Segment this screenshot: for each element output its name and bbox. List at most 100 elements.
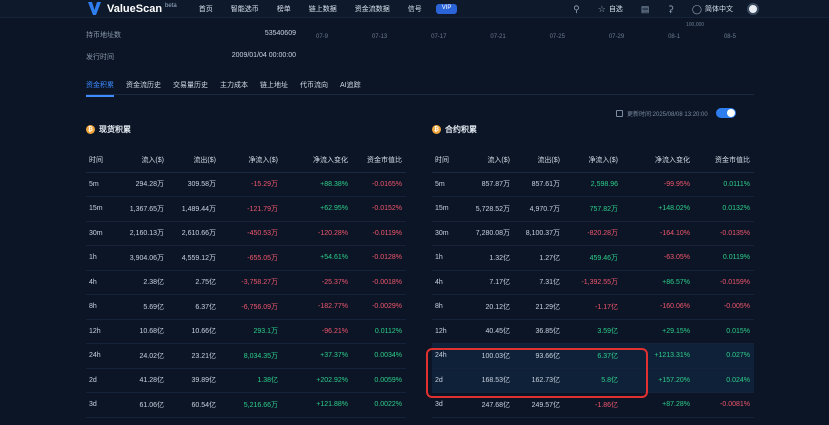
column-header: 净流入变化 <box>622 148 694 173</box>
date-tick: 07-21 <box>490 34 506 40</box>
nav-item-fund-flow[interactable]: 资金流数据 <box>355 4 390 14</box>
table-cell: -0.0159% <box>694 270 754 295</box>
table-cell: -160.06% <box>622 294 694 320</box>
vip-badge[interactable]: VIP <box>435 3 458 14</box>
table-row: 3d 61.06亿 60.54亿 5,216.66万 +121.88% 0.0022% <box>86 392 406 418</box>
table-cell: 30m <box>432 221 468 246</box>
valuescan-logo-icon <box>88 2 101 15</box>
axis-corner-value: 100,000 <box>686 22 705 28</box>
table-row: 1h 1.32亿 1.27亿 459.46万 -63.05% 0.0119% <box>432 245 754 271</box>
date-tick: 07-25 <box>549 34 565 40</box>
table-cell: 4h <box>432 270 468 295</box>
issue-time-label: 发行时间 <box>86 54 114 61</box>
table-cell: 0.0111% <box>694 172 754 197</box>
table-cell: 0.0022% <box>352 392 406 418</box>
date-tick: 07-9 <box>316 34 329 40</box>
beta-tag: beta <box>165 2 177 9</box>
language-selector[interactable]: 简体中文 <box>705 4 733 14</box>
holder-count-value: 53540609 <box>264 30 296 37</box>
date-tick: 07-17 <box>431 34 447 40</box>
table-cell: 5m <box>432 172 468 197</box>
table-cell: -0.0119% <box>352 221 406 246</box>
table-cell: -6,756.09万 <box>220 294 282 320</box>
futures-panel: ₿ 合约积累 时间 流入($) 流出($) 净流入($) 净流入变化 资金市值比 5m 85… <box>432 124 754 418</box>
column-header: 流出($) <box>514 148 564 173</box>
table-cell: 857.87万 <box>468 172 514 197</box>
nav-item-home[interactable]: 首页 <box>199 4 213 14</box>
nav-item-smart-picks[interactable]: 智能选币 <box>231 4 259 14</box>
table-cell: -0.0018% <box>352 270 406 295</box>
spot-title: ₿ 现货积累 <box>86 124 131 135</box>
table-row: 15m 5,728.52万 4,970.7万 757.82万 +148.02% 0.013… <box>432 196 754 222</box>
table-cell: +54.61% <box>282 245 352 271</box>
table-cell: 2d <box>86 368 124 393</box>
table-cell: -0.0081% <box>694 392 754 418</box>
table-cell: 1.38亿 <box>220 368 282 393</box>
table-cell: 294.28万 <box>124 172 168 197</box>
bell-icon[interactable]: ⚳ <box>667 4 674 15</box>
column-header: 资金市值比 <box>352 148 406 173</box>
table-row: 2d 41.28亿 39.89亿 1.38亿 +202.92% 0.0059% <box>86 368 406 393</box>
table-cell: +62.95% <box>282 196 352 222</box>
table-cell: 6.37亿 <box>168 294 220 320</box>
table-cell: 24.02亿 <box>124 343 168 369</box>
table-cell: 3,904.06万 <box>124 245 168 271</box>
table-cell: 0.0112% <box>352 319 406 344</box>
spot-panel: ₿ 现货积累 时间 流入($) 流出($) 净流入($) 净流入变化 资金市值比 5m 29… <box>86 124 406 418</box>
column-header: 净流入($) <box>564 148 622 173</box>
table-row: 5m 294.28万 309.58万 -15.29万 +88.38% -0.0165% <box>86 172 406 197</box>
spot-table: 时间 流入($) 流出($) 净流入($) 净流入变化 资金市值比 5m 294.28万 30… <box>86 148 406 418</box>
table-cell: 5,728.52万 <box>468 196 514 222</box>
table-cell: 8h <box>432 294 468 320</box>
date-tick: 07-13 <box>371 34 388 40</box>
issue-time-row: 发行时间 2009/01/04 00:00:00 <box>86 52 296 62</box>
watchlist-link[interactable]: 自选 <box>609 4 623 14</box>
table-cell: -1,392.55万 <box>564 270 622 295</box>
table-cell: 30m <box>86 221 124 246</box>
table-cell: +29.15% <box>622 319 694 344</box>
table-row: 5m 857.87万 857.61万 2,598.96 -99.95% 0.0111% <box>432 172 754 197</box>
search-icon[interactable]: ⚲ <box>573 4 580 15</box>
table-cell: 15m <box>432 196 468 222</box>
chart-icon[interactable]: ▤ <box>641 4 650 15</box>
nav-item-signals[interactable]: 信号 <box>408 4 422 14</box>
star-icon[interactable]: ☆ <box>598 4 606 15</box>
table-cell: -1.17亿 <box>564 294 622 320</box>
issue-time-value: 2009/01/04 00:00:00 <box>231 52 296 59</box>
futures-title-text: 合约积累 <box>445 125 477 134</box>
table-cell: -0.0152% <box>352 196 406 222</box>
table-cell: 61.06亿 <box>124 392 168 418</box>
table-row: 8h 5.69亿 6.37亿 -6,756.09万 -182.77% -0.0029% <box>86 294 406 320</box>
futures-title: ₿ 合约积累 <box>432 124 477 135</box>
table-cell: 0.0119% <box>694 245 754 271</box>
avatar[interactable] <box>747 3 759 15</box>
table-cell: 23.21亿 <box>168 343 220 369</box>
update-time: 更新时间:2025/08/08 13:20:00 <box>627 111 708 118</box>
nav-item-onchain[interactable]: 链上数据 <box>309 4 337 14</box>
brand-name: ValueScan <box>107 2 163 15</box>
table-row: 15m 1,367.65万 1,489.44万 -121.79万 +62.95% -0.0… <box>86 196 406 222</box>
highlight-box <box>426 348 648 398</box>
table-cell: 21.29亿 <box>514 294 564 320</box>
table-row: 4h 2.38亿 2.75亿 -3,758.27万 -25.37% -0.0018% <box>86 270 406 295</box>
table-cell: 20.12亿 <box>468 294 514 320</box>
tabs-divider <box>86 94 754 95</box>
nav-item-rankings[interactable]: 榜单 <box>277 4 291 14</box>
column-header: 流入($) <box>468 148 514 173</box>
auto-refresh-toggle[interactable] <box>715 108 736 118</box>
brand-logo[interactable]: ValueScan beta <box>88 2 177 15</box>
table-cell: +202.92% <box>282 368 352 393</box>
table-cell: 5.69亿 <box>124 294 168 320</box>
globe-icon[interactable]: ◯ <box>692 4 702 15</box>
table-cell: 1h <box>86 245 124 271</box>
table-cell: +148.02% <box>622 196 694 222</box>
table-cell: +37.37% <box>282 343 352 369</box>
table-cell: 39.89亿 <box>168 368 220 393</box>
table-row: 30m 7,280.08万 8,100.37万 -820.28万 -164.10% -0.… <box>432 221 754 246</box>
table-cell: 757.82万 <box>564 196 622 222</box>
table-cell: 40.45亿 <box>468 319 514 344</box>
copy-icon[interactable] <box>616 109 623 117</box>
table-cell: 0.0034% <box>352 343 406 369</box>
table-cell: 5m <box>86 172 124 197</box>
table-header: 时间 流入($) 流出($) 净流入($) 净流入变化 资金市值比 <box>432 148 754 173</box>
